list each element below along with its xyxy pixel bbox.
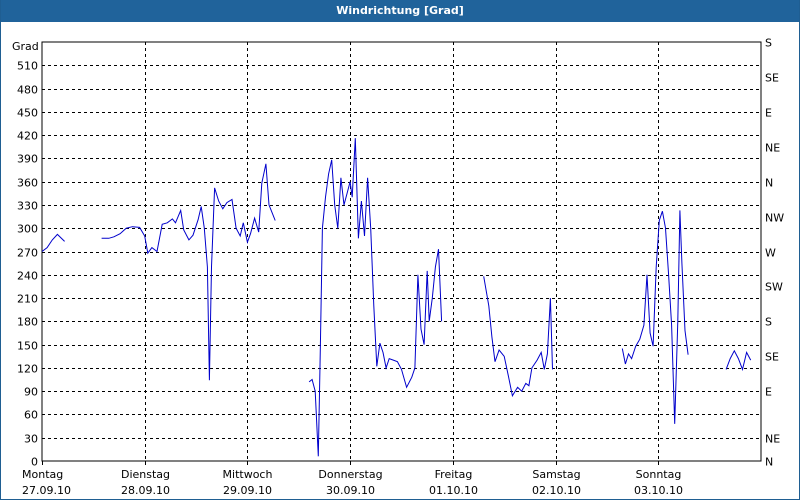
y-axis-label: Grad	[12, 40, 39, 53]
x-tick-date: 02.10.10	[532, 484, 581, 497]
right-tick-label: E	[765, 386, 772, 399]
y-tick-label: 300	[17, 223, 38, 236]
x-tick-day: Dienstag	[121, 468, 170, 481]
y-tick-label: 240	[17, 270, 38, 283]
y-tick-label: 420	[17, 130, 38, 143]
y-tick-label: 270	[17, 247, 38, 260]
x-tick-day: Donnerstag	[318, 468, 382, 481]
right-tick-label: NW	[765, 212, 784, 225]
y-tick-label: 90	[24, 386, 38, 399]
y-tick-label: 150	[17, 340, 38, 353]
y-tick-label: 210	[17, 293, 38, 306]
x-tick-date: 03.10.10	[634, 484, 683, 497]
right-tick-label: S	[765, 37, 772, 50]
x-tick-date: 28.09.10	[121, 484, 170, 497]
right-tick-label: N	[765, 456, 773, 469]
y-tick-label: 60	[24, 409, 38, 422]
right-tick-label: N	[765, 177, 773, 190]
x-tick-day: Samstag	[532, 468, 580, 481]
x-tick-day: Mittwoch	[223, 468, 273, 481]
right-tick-label: E	[765, 107, 772, 120]
y-tick-label: 180	[17, 316, 38, 329]
y-tick-label: 120	[17, 363, 38, 376]
y-tick-label: 450	[17, 107, 38, 120]
y-tick-label: 330	[17, 200, 38, 213]
chart-window: Windrichtung [Grad] 0 30 60 90 120 150 180 210 2…	[0, 0, 800, 500]
wind-direction-chart: 0 30 60 90 120 150 180 210 240 270 300 330 360 390 420…	[12, 37, 784, 498]
y-tick-label: 0	[31, 456, 38, 469]
x-tick-date: 27.09.10	[22, 484, 71, 497]
right-tick-label: SE	[765, 351, 779, 364]
x-tick-date: 29.09.10	[223, 484, 272, 497]
right-tick-label: W	[765, 247, 776, 260]
right-tick-label: SW	[765, 281, 783, 294]
x-tick-date: 01.10.10	[429, 484, 478, 497]
x-tick-day: Freitag	[435, 468, 473, 481]
x-tick-day: Montag	[22, 468, 63, 481]
right-tick-label: NE	[765, 142, 780, 155]
right-tick-label: S	[765, 316, 772, 329]
plot-area	[41, 41, 762, 462]
y-tick-label: 480	[17, 84, 38, 97]
y-tick-label: 360	[17, 177, 38, 190]
y-tick-label: 510	[17, 60, 38, 73]
right-tick-label: SE	[765, 72, 779, 85]
right-tick-label: NE	[765, 433, 780, 446]
y-tick-label: 390	[17, 153, 38, 166]
y-tick-label: 30	[24, 433, 38, 446]
x-tick-day: Sonntag	[636, 468, 682, 481]
x-tick-date: 30.09.10	[326, 484, 375, 497]
